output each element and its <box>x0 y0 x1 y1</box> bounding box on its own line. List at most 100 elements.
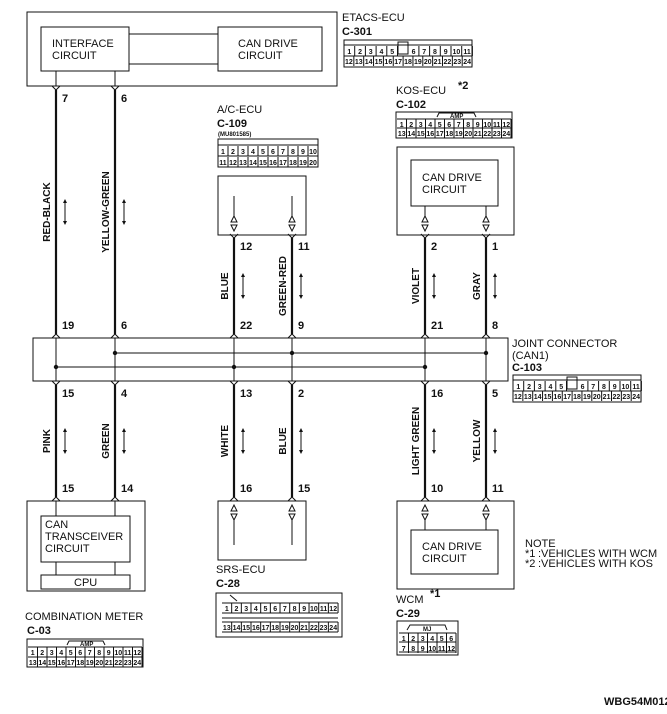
connector-pin: 5 <box>69 650 73 657</box>
connector-pin: 2 <box>411 636 415 643</box>
ac-connector-code: C-109 <box>217 118 247 130</box>
connector-pin: 15 <box>48 660 56 667</box>
connector-pin: 3 <box>241 149 245 156</box>
connector-pin: 2 <box>409 122 413 129</box>
connector-pin: 7 <box>281 149 285 156</box>
connector-pin: 24 <box>502 131 510 138</box>
connector-pin: 1 <box>400 122 404 129</box>
connector-pin: 17 <box>262 625 270 632</box>
connector-pin: 8 <box>602 384 606 391</box>
connector-pin: 1 <box>402 636 406 643</box>
splice-dot <box>231 364 237 370</box>
connector-pin: 5 <box>438 122 442 129</box>
interface-circuit-label-1: INTERFACE <box>52 38 114 50</box>
note: NOTE *1 :VEHICLES WITH WCM *2 :VEHICLES … <box>525 538 657 570</box>
connector-pin: 16 <box>252 625 260 632</box>
connector-pin: 13 <box>223 625 231 632</box>
connector-pin: 4 <box>254 606 258 613</box>
wire-color-label: LIGHT GREEN <box>411 407 422 475</box>
wire-color-label: BLUE <box>220 272 231 300</box>
connector-pin: 9 <box>421 646 425 653</box>
connector-pin: 22 <box>444 59 452 66</box>
etacs-ecu-name: ETACS-ECU <box>342 12 405 24</box>
joint-connector-name: JOINT CONNECTOR <box>512 338 617 350</box>
connector-pin: 18 <box>445 131 453 138</box>
connector-pin: 18 <box>271 625 279 632</box>
connector-pin: 3 <box>369 49 373 56</box>
wiring-diagram: INTERFACE CIRCUIT CAN DRIVE CIRCUIT ETAC… <box>25 11 667 708</box>
connector-pin: 20 <box>424 59 432 66</box>
pin-number: 16 <box>240 483 252 495</box>
connector-pin: 19 <box>86 660 94 667</box>
connector-pin: 10 <box>621 384 629 391</box>
joint-connector-code: C-103 <box>512 362 542 374</box>
transceiver-label-2: TRANSCEIVER <box>45 531 123 543</box>
connector-pin: 8 <box>293 606 297 613</box>
connector-pin: 14 <box>365 59 373 66</box>
top-wire-3: 11 9 GREEN-RED <box>278 233 310 339</box>
pin-number: 14 <box>121 483 134 495</box>
bottom-wire-3: 2 15 BLUE <box>278 380 310 502</box>
connector-pin: 3 <box>419 122 423 129</box>
connector-pin: 6 <box>273 606 277 613</box>
bottom-wire-2: 13 16 WHITE <box>220 380 252 502</box>
connector-pin: 16 <box>57 660 65 667</box>
cpu-label: CPU <box>74 577 97 589</box>
pin-number: 19 <box>62 320 74 332</box>
pin-number: 15 <box>62 483 74 495</box>
connector-pin: 11 <box>219 160 227 167</box>
connector-pin: 12 <box>329 606 337 613</box>
connector-pin: 13 <box>239 160 247 167</box>
bottom-wire-5: 5 11 YELLOW <box>472 380 504 502</box>
connector-pin: 7 <box>283 606 287 613</box>
wcm-block-label-1: CAN DRIVE <box>422 541 482 553</box>
connector-pin: 23 <box>124 660 132 667</box>
transceiver-label-1: CAN <box>45 519 68 531</box>
connector-pin: 19 <box>281 625 289 632</box>
connector-pin: 6 <box>449 636 453 643</box>
kos-block-label-1: CAN DRIVE <box>422 172 482 184</box>
connector-pin: 11 <box>632 384 640 391</box>
connector-pin: 9 <box>613 384 617 391</box>
connector-pin: 1 <box>347 49 351 56</box>
connector-pin: 1 <box>31 650 35 657</box>
wcm-connector-code: C-29 <box>396 608 420 620</box>
top-wire-4: 2 21 VIOLET <box>411 233 443 339</box>
connector-pin: 18 <box>289 160 297 167</box>
can-drive-label-2: CIRCUIT <box>238 50 283 62</box>
pin-number: 4 <box>121 388 128 400</box>
connector-pin: 10 <box>114 650 122 657</box>
top-wire-2: 12 22 BLUE <box>220 233 252 339</box>
bottom-wire-1: 4 14 GREEN <box>101 380 134 502</box>
pin-number: 21 <box>431 320 443 332</box>
connector-pin: 4 <box>59 650 63 657</box>
connector-pin: 3 <box>244 606 248 613</box>
transceiver-label-3: CIRCUIT <box>45 543 90 555</box>
connector-pin: 18 <box>404 59 412 66</box>
connector-pin: 10 <box>428 646 436 653</box>
connector-pin: 4 <box>430 636 434 643</box>
connector-pin: 5 <box>440 636 444 643</box>
connector-pin: 15 <box>242 625 250 632</box>
splice-dot <box>422 364 428 370</box>
pin-number: 22 <box>240 320 252 332</box>
note-mark-2: *2 <box>525 558 535 570</box>
connector-pin: 19 <box>583 394 591 401</box>
connector-pin: 6 <box>581 384 585 391</box>
connector-pin: 16 <box>426 131 434 138</box>
connector-pin: 8 <box>466 122 470 129</box>
connector-pin: 9 <box>301 149 305 156</box>
splice-dot <box>112 350 118 356</box>
connector-pin: 23 <box>453 59 461 66</box>
connector-pin: 22 <box>114 660 122 667</box>
pin-number: 2 <box>431 241 437 253</box>
bottom-wire-4: 16 10 LIGHT GREEN <box>411 380 443 502</box>
splice-dot <box>289 350 295 356</box>
wire-color-label: YELLOW <box>472 419 483 462</box>
connector-pin: 2 <box>231 149 235 156</box>
connector-pin: 24 <box>463 59 471 66</box>
kos-ecu: KOS-ECU *2 C-102 AMP CAN DRIVE CIRCUIT <box>395 80 515 236</box>
connector-pin: 15 <box>544 394 552 401</box>
connector-pin: 19 <box>299 160 307 167</box>
connector-pin: 20 <box>464 131 472 138</box>
